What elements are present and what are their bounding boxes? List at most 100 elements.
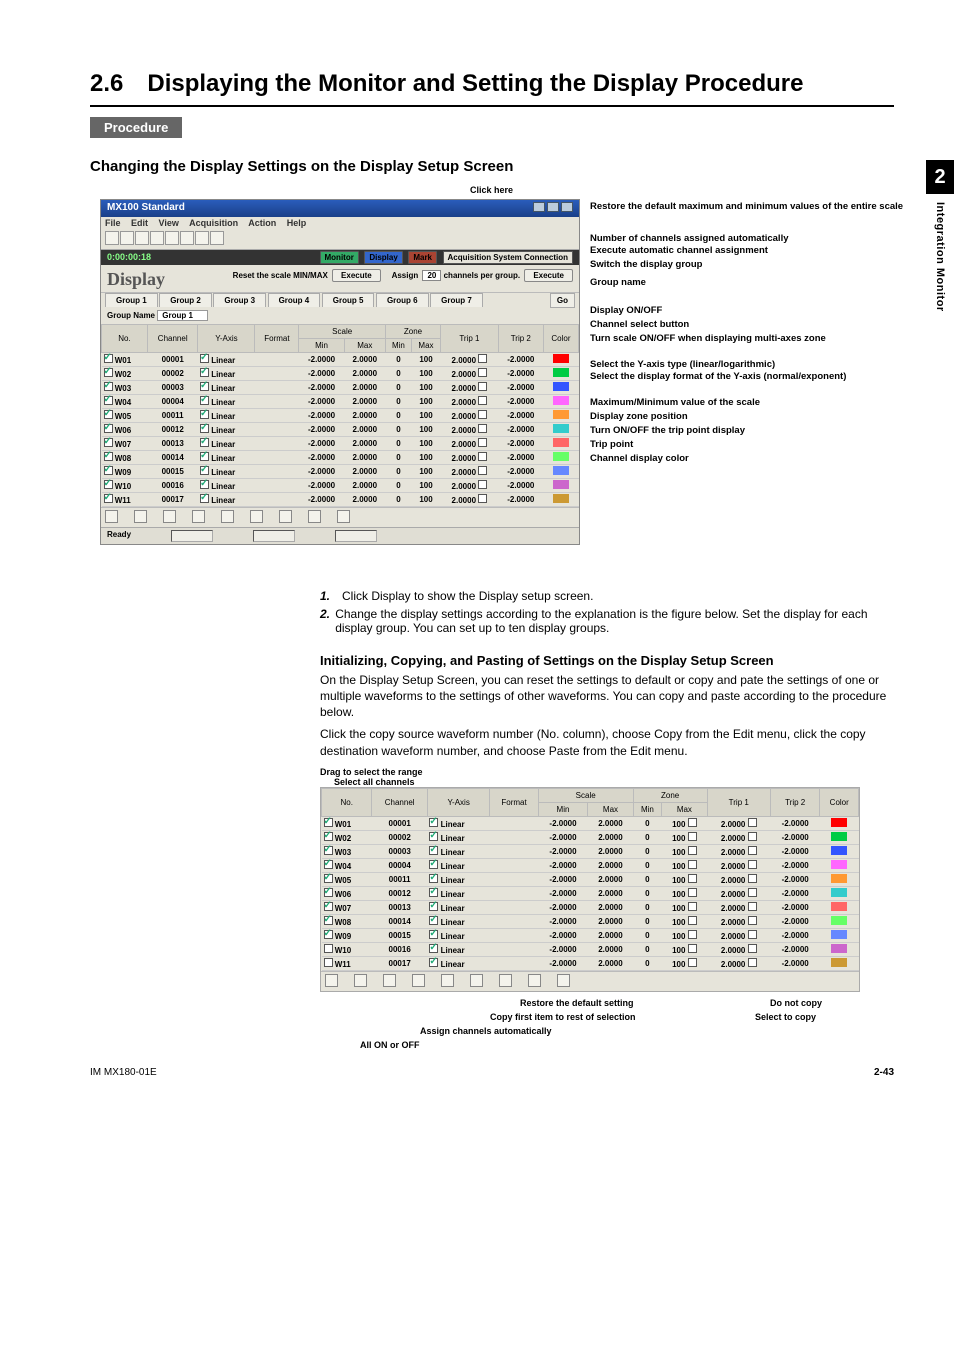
yaxis-checkbox[interactable] [429, 818, 438, 827]
display-checkbox[interactable] [324, 916, 333, 925]
yaxis-checkbox[interactable] [429, 860, 438, 869]
icon-row[interactable] [321, 971, 859, 991]
action-icon[interactable] [134, 510, 147, 523]
color-swatch[interactable] [831, 944, 847, 953]
yaxis-checkbox[interactable] [200, 480, 209, 489]
table-row[interactable]: W0700013 Linear-2.00002.00000100 2.0000 … [322, 900, 859, 914]
color-swatch[interactable] [553, 438, 569, 447]
menu-bar[interactable]: File Edit View Acquisition Action Help [101, 217, 579, 229]
col-no[interactable]: No. [322, 788, 372, 816]
table-row[interactable]: W0600012 Linear-2.00002.000001002.0000 -… [102, 422, 579, 436]
yaxis-checkbox[interactable] [200, 354, 209, 363]
toolbar-btn[interactable] [150, 231, 164, 245]
zone-checkbox[interactable] [688, 874, 697, 883]
icon-row[interactable] [101, 507, 579, 527]
color-swatch[interactable] [553, 410, 569, 419]
table-row[interactable]: W1100017 Linear-2.00002.000001002.0000 -… [102, 492, 579, 506]
yaxis-checkbox[interactable] [200, 396, 209, 405]
trip-checkbox[interactable] [478, 354, 487, 363]
action-icon[interactable] [105, 510, 118, 523]
yaxis-checkbox[interactable] [429, 944, 438, 953]
table-row[interactable]: W0700013 Linear-2.00002.000001002.0000 -… [102, 436, 579, 450]
display-checkbox[interactable] [324, 958, 333, 967]
trip-checkbox[interactable] [748, 818, 757, 827]
yaxis-checkbox[interactable] [429, 888, 438, 897]
color-swatch[interactable] [553, 452, 569, 461]
yaxis-checkbox[interactable] [200, 494, 209, 503]
monitor-button[interactable]: Monitor [320, 251, 359, 264]
trip-checkbox[interactable] [748, 874, 757, 883]
display-checkbox[interactable] [324, 846, 333, 855]
toolbar-btn[interactable] [120, 231, 134, 245]
table-row[interactable]: W0900015 Linear-2.00002.000001002.0000 -… [102, 464, 579, 478]
table-row[interactable]: W0300003 Linear-2.00002.00000100 2.0000 … [322, 844, 859, 858]
action-icon[interactable] [250, 510, 263, 523]
color-swatch[interactable] [553, 368, 569, 377]
mark-button[interactable]: Mark [408, 251, 437, 264]
group-tab[interactable]: Group 3 [213, 293, 266, 307]
trip-checkbox[interactable] [478, 382, 487, 391]
trip-checkbox[interactable] [748, 958, 757, 967]
table-row[interactable]: W0400004 Linear-2.00002.000001002.0000 -… [102, 394, 579, 408]
zone-checkbox[interactable] [688, 944, 697, 953]
fig2-table[interactable]: No. Channel Y-Axis Format Scale Zone Tri… [321, 788, 859, 971]
display-checkbox[interactable] [104, 424, 113, 433]
table-row[interactable]: W0100001 Linear-2.00002.00000100 2.0000 … [322, 816, 859, 830]
zone-checkbox[interactable] [688, 832, 697, 841]
display-checkbox[interactable] [104, 410, 113, 419]
table-row[interactable]: W0500011 Linear-2.00002.000001002.0000 -… [102, 408, 579, 422]
action-icon[interactable] [441, 974, 454, 987]
trip-checkbox[interactable] [478, 424, 487, 433]
group-tab[interactable]: Group 2 [159, 293, 212, 307]
yaxis-checkbox[interactable] [429, 832, 438, 841]
yaxis-checkbox[interactable] [200, 452, 209, 461]
color-swatch[interactable] [831, 818, 847, 827]
action-icon[interactable] [163, 510, 176, 523]
table-row[interactable]: W0100001 Linear-2.00002.000001002.0000 -… [102, 352, 579, 366]
display-checkbox[interactable] [104, 480, 113, 489]
group-name-input[interactable]: Group 1 [157, 310, 208, 321]
toolbar-btn[interactable] [105, 231, 119, 245]
color-swatch[interactable] [831, 930, 847, 939]
trip-checkbox[interactable] [478, 368, 487, 377]
display-checkbox[interactable] [324, 860, 333, 869]
trip-checkbox[interactable] [748, 832, 757, 841]
color-swatch[interactable] [553, 396, 569, 405]
yaxis-checkbox[interactable] [429, 958, 438, 967]
trip-checkbox[interactable] [748, 916, 757, 925]
color-swatch[interactable] [831, 874, 847, 883]
display-checkbox[interactable] [104, 396, 113, 405]
display-settings-table[interactable]: No. Channel Y-Axis Format Scale Zone Tri… [101, 324, 579, 507]
table-row[interactable]: W0400004 Linear-2.00002.00000100 2.0000 … [322, 858, 859, 872]
zone-checkbox[interactable] [688, 902, 697, 911]
table-row[interactable]: W0500011 Linear-2.00002.00000100 2.0000 … [322, 872, 859, 886]
color-swatch[interactable] [553, 354, 569, 363]
display-checkbox[interactable] [104, 382, 113, 391]
action-icon[interactable] [192, 510, 205, 523]
trip-checkbox[interactable] [478, 480, 487, 489]
action-icon[interactable] [499, 974, 512, 987]
action-icon[interactable] [383, 974, 396, 987]
color-swatch[interactable] [831, 958, 847, 967]
yaxis-checkbox[interactable] [200, 382, 209, 391]
execute-assign-button[interactable]: Execute [524, 269, 573, 282]
menu-view[interactable]: View [159, 218, 179, 228]
table-row[interactable]: W0900015 Linear-2.00002.00000100 2.0000 … [322, 928, 859, 942]
menu-action[interactable]: Action [248, 218, 276, 228]
display-checkbox[interactable] [104, 354, 113, 363]
action-icon[interactable] [557, 974, 570, 987]
action-icon[interactable] [528, 974, 541, 987]
execute-reset-button[interactable]: Execute [332, 269, 381, 282]
menu-edit[interactable]: Edit [131, 218, 148, 228]
menu-acquisition[interactable]: Acquisition [189, 218, 238, 228]
zone-checkbox[interactable] [688, 958, 697, 967]
table-row[interactable]: W0800014 Linear-2.00002.000001002.0000 -… [102, 450, 579, 464]
action-icon[interactable] [354, 974, 367, 987]
trip-checkbox[interactable] [748, 944, 757, 953]
zone-checkbox[interactable] [688, 818, 697, 827]
yaxis-checkbox[interactable] [200, 410, 209, 419]
yaxis-checkbox[interactable] [200, 368, 209, 377]
display-checkbox[interactable] [324, 944, 333, 953]
col-no[interactable]: No. [102, 324, 148, 352]
toolbar[interactable] [101, 229, 579, 250]
